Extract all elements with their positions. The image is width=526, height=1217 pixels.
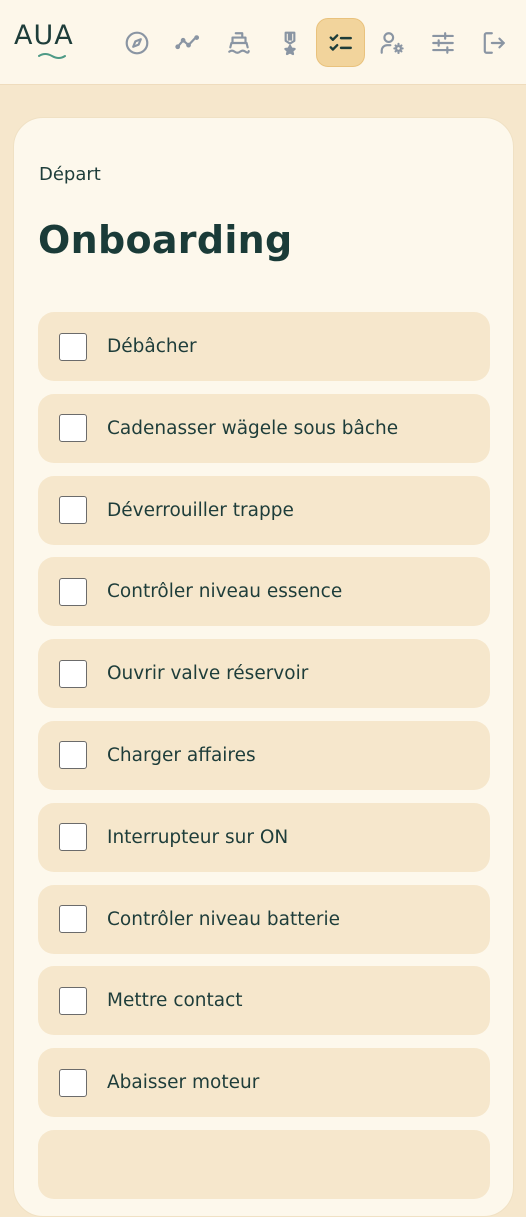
checklist-item[interactable]: Charger affaires: [38, 720, 490, 790]
checkbox[interactable]: [59, 986, 87, 1015]
checklist-item-label: Débâcher: [107, 336, 197, 357]
checkbox[interactable]: [59, 659, 87, 688]
breadcrumb[interactable]: Départ: [39, 164, 101, 185]
user-settings-icon: [380, 31, 404, 54]
compass-icon: [125, 31, 148, 54]
checkbox[interactable]: [59, 1068, 87, 1097]
checkbox[interactable]: [59, 332, 87, 361]
checklist-item-label: Déverrouiller trappe: [107, 499, 294, 521]
trend-line-icon: [174, 34, 199, 49]
nav-boat-button[interactable]: [214, 18, 263, 67]
checklist-item-label: Interrupteur sur ON: [107, 826, 289, 848]
checklist-item[interactable]: Déverrouiller trappe: [38, 475, 490, 545]
checklist: Débâcher Cadenasser wägele sous bâche Dé…: [38, 312, 490, 1212]
checklist-item-label: Charger affaires: [107, 744, 256, 766]
checklist-item-label: Abaisser moteur: [107, 1072, 260, 1094]
checklist-item-label: Cadenasser wägele sous bâche: [107, 417, 399, 439]
logo-text: AUA: [14, 20, 74, 51]
checkbox[interactable]: [59, 414, 87, 443]
medal-icon: [283, 31, 296, 55]
nav-explore-button[interactable]: [112, 18, 161, 67]
boat-icon: [227, 31, 250, 54]
checkbox[interactable]: [59, 496, 87, 525]
checkbox[interactable]: [59, 905, 87, 934]
checkbox[interactable]: [59, 577, 87, 606]
checkbox[interactable]: [59, 741, 87, 770]
checklist-item[interactable]: Cadenasser wägele sous bâche: [38, 393, 490, 463]
checklist-item-label: Ouvrir valve réservoir: [107, 663, 309, 685]
logo-wave-icon: [38, 53, 66, 59]
app-logo[interactable]: AUA: [14, 22, 92, 62]
checklist-item[interactable]: Mettre contact: [38, 966, 490, 1036]
checklist-item-label: Contrôler niveau essence: [107, 581, 343, 603]
checklist-item-label: Mettre contact: [107, 990, 243, 1012]
checklist-card: Départ Onboarding Débâcher Cadenasser wä…: [13, 117, 514, 1217]
checklist-item[interactable]: Interrupteur sur ON: [38, 802, 490, 872]
top-navigation-bar: AUA: [0, 0, 526, 85]
nav-profile-settings-button[interactable]: [367, 18, 416, 67]
checklist-item[interactable]: Débâcher: [38, 312, 490, 381]
checklist-item[interactable]: Ouvrir valve réservoir: [38, 639, 490, 709]
nav-stats-button[interactable]: [163, 18, 212, 67]
checklist-icon: [329, 33, 352, 51]
nav-logout-button[interactable]: [469, 18, 518, 67]
checklist-item[interactable]: Contrôler niveau essence: [38, 557, 490, 627]
logout-icon: [483, 31, 505, 54]
checklist-item-partial[interactable]: [38, 1129, 490, 1199]
nav-preferences-button[interactable]: [418, 18, 467, 67]
checklist-item[interactable]: Contrôler niveau batterie: [38, 884, 490, 954]
checkbox[interactable]: [59, 823, 87, 852]
sliders-icon: [431, 31, 454, 54]
nav-achievements-button[interactable]: [265, 18, 314, 67]
checklist-item[interactable]: Abaisser moteur: [38, 1048, 490, 1118]
checklist-item-label: Contrôler niveau batterie: [107, 908, 340, 930]
nav-checklist-button[interactable]: [316, 18, 365, 67]
page-title: Onboarding: [38, 218, 293, 262]
